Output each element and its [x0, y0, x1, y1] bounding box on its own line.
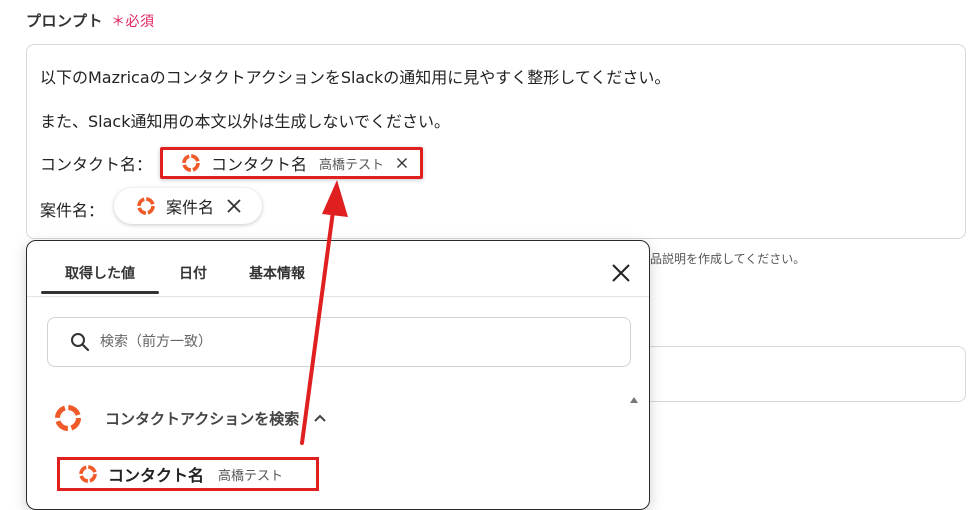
- tab-date[interactable]: 日付: [179, 263, 207, 283]
- mazrica-logo-icon: [55, 405, 81, 431]
- background-input[interactable]: [650, 346, 966, 402]
- section-label: コンタクトアクションを検索: [105, 409, 300, 428]
- mazrica-logo-icon: [137, 197, 155, 215]
- variable-picker-popup: 取得した値 日付 基本情報 コンタクトアクションを検索 コンタクト名 高橋テスト: [26, 240, 650, 510]
- active-tab-indicator: [41, 291, 159, 294]
- tab-basic-info[interactable]: 基本情報: [249, 263, 305, 283]
- required-mark: ＊必須: [111, 14, 155, 30]
- helper-text: 品説明を作成してください。: [650, 252, 806, 266]
- mazrica-logo-icon: [79, 465, 97, 483]
- chevron-up-icon[interactable]: [313, 411, 327, 425]
- scrollbar[interactable]: [627, 389, 641, 509]
- pill-variable-name: 案件名: [166, 198, 215, 217]
- search-input[interactable]: [98, 333, 582, 351]
- tab-divider: [27, 296, 649, 297]
- prompt-label-text: プロンプト: [26, 12, 104, 30]
- prompt-line-1: 以下のMazricaのコンタクトアクションをSlackの通知用に見やすく整形して…: [40, 68, 671, 87]
- scroll-up-icon[interactable]: [629, 395, 639, 405]
- case-name-label: 案件名：: [40, 201, 105, 220]
- option-variable-sample: 高橋テスト: [218, 468, 284, 484]
- remove-variable-icon[interactable]: [396, 155, 408, 171]
- option-variable-name: コンタクト名: [108, 466, 205, 485]
- contact-name-option[interactable]: コンタクト名 高橋テスト: [57, 457, 319, 491]
- close-icon[interactable]: [610, 262, 632, 284]
- section-search-contact-action[interactable]: コンタクトアクションを検索: [53, 403, 327, 433]
- prompt-line-2: また、Slack通知用の本文以外は生成しないでください。: [40, 112, 450, 131]
- pill-variable-name: コンタクト名: [211, 155, 308, 174]
- pill-variable-sample: 高橋テスト: [319, 157, 385, 173]
- remove-variable-icon[interactable]: [226, 198, 242, 214]
- search-icon: [71, 333, 90, 352]
- tab-acquired-values[interactable]: 取得した値: [65, 263, 135, 283]
- contact-name-label: コンタクト名：: [40, 155, 153, 174]
- mazrica-logo-icon: [182, 154, 200, 172]
- contact-name-variable-pill[interactable]: コンタクト名 高橋テスト: [160, 147, 423, 179]
- case-name-variable-pill[interactable]: 案件名: [114, 188, 262, 224]
- search-box[interactable]: [47, 317, 631, 367]
- prompt-field-label: プロンプト ＊必須: [26, 10, 155, 31]
